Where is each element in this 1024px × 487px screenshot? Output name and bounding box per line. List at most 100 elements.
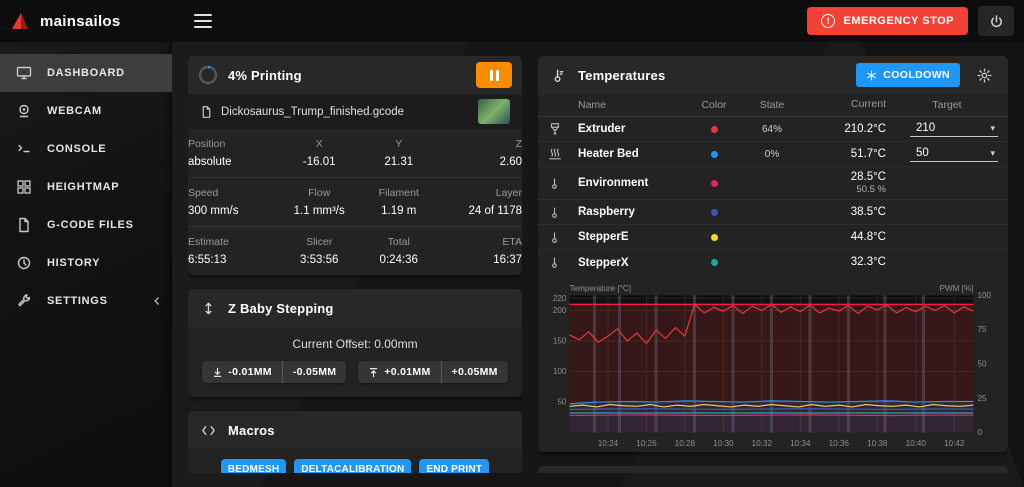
console-gear-icon[interactable] <box>970 471 998 473</box>
baby-step-buttons: -0.01MM -0.05MM +0.01MM +0.05MM <box>188 359 522 397</box>
stat-value: 16:37 <box>493 254 522 266</box>
thermometer-icon <box>548 177 578 190</box>
extruder-target-select[interactable]: 210 ▾ <box>910 121 998 137</box>
baby-step-minus-001-button[interactable]: -0.01MM <box>202 361 282 383</box>
sidebar-item-dashboard[interactable]: DASHBOARD <box>0 54 172 92</box>
stat-value: 2.60 <box>499 156 522 168</box>
sidebar-item-settings[interactable]: SETTINGS <box>0 282 172 320</box>
emergency-stop-label: EMERGENCY STOP <box>843 15 954 27</box>
cooldown-button[interactable]: COOLDOWN <box>856 63 960 87</box>
svg-text:75: 75 <box>978 325 988 334</box>
sidebar-item-history[interactable]: HISTORY <box>0 244 172 282</box>
sensor-name: Raspberry <box>578 206 635 218</box>
console-panel: >_ Console <box>538 465 1008 473</box>
sidebar-item-gcode-files[interactable]: G-CODE FILES <box>0 206 172 244</box>
stat-value: 21.31 <box>384 156 414 168</box>
pause-button[interactable] <box>476 62 512 88</box>
sensor-current: 210.2°C <box>844 122 886 135</box>
power-button[interactable] <box>978 6 1014 36</box>
temp-row-raspberry: Raspberry 38.5°C <box>538 200 1008 225</box>
heater-bed-icon <box>548 147 578 161</box>
sidebar-item-label: SETTINGS <box>47 295 108 307</box>
gcode-thumbnail <box>478 99 510 124</box>
sensor-name: StepperX <box>578 256 629 269</box>
z-baby-stepping-header: Z Baby Stepping <box>188 289 522 327</box>
file-icon <box>15 216 33 234</box>
button-label: -0.05MM <box>292 366 337 378</box>
stat-value: 1.1 mm³/s <box>293 205 345 217</box>
svg-text:10:36: 10:36 <box>829 439 850 448</box>
col-header-target: Target <box>932 99 962 111</box>
temp-row-heater-bed: Heater Bed 0% 51.7°C 50 ▾ <box>538 142 1008 167</box>
arrow-up-to-line-icon <box>368 367 379 378</box>
menu-hamburger-icon[interactable] <box>188 8 218 34</box>
sidebar-item-label: HEIGHTMAP <box>47 181 120 193</box>
stat-group-time: Estimate Slicer Total ETA 6:55:13 3:53:5… <box>188 227 522 275</box>
sensor-state: 64% <box>761 123 782 135</box>
temp-row-extruder: Extruder 64% 210.2°C 210 ▾ <box>538 117 1008 142</box>
col-header-current: Current <box>850 98 886 111</box>
svg-text:220: 220 <box>553 294 567 303</box>
col-header-color: Color <box>701 99 727 111</box>
mainsail-logo-icon <box>10 11 32 31</box>
sidebar-collapse-chevron-icon[interactable] <box>152 296 162 306</box>
heater-bed-target-select[interactable]: 50 ▾ <box>910 146 998 162</box>
baby-step-minus-005-button[interactable]: -0.05MM <box>281 361 347 383</box>
wrench-icon <box>15 292 33 310</box>
sidebar-item-label: CONSOLE <box>47 143 107 155</box>
vertical-arrows-icon <box>198 298 218 318</box>
print-status-panel: 4% Printing Dickosaurus_Trump_finished.g… <box>188 56 522 275</box>
heightmap-icon <box>15 178 33 196</box>
stat-label: ETA <box>502 236 522 248</box>
top-bar: mainsailos ! EMERGENCY STOP <box>0 0 1024 42</box>
stat-label: Speed <box>188 187 219 199</box>
stat-label: Layer <box>495 187 522 199</box>
button-label: +0.05MM <box>451 366 498 378</box>
sidebar-item-webcam[interactable]: WEBCAM <box>0 92 172 130</box>
macro-deltacalibration-button[interactable]: DELTACALIBRATION <box>294 459 412 473</box>
sensor-current: 38.5°C <box>850 205 886 218</box>
power-icon <box>989 14 1004 29</box>
stat-group-speed: Speed Flow Filament Layer 300 mm/s 1.1 m… <box>188 178 522 227</box>
current-file-row[interactable]: Dickosaurus_Trump_finished.gcode <box>188 94 522 129</box>
macro-end-print-button[interactable]: END PRINT <box>419 459 490 473</box>
stat-value: absolute <box>188 156 232 168</box>
temperatures-gear-icon[interactable] <box>970 61 998 89</box>
temperatures-table: Name Color State Current Target Extruder… <box>538 94 1008 275</box>
z-baby-stepping-panel: Z Baby Stepping Current Offset: 0.00mm -… <box>188 289 522 397</box>
svg-text:PWM [%]: PWM [%] <box>940 284 974 293</box>
baby-step-plus-005-button[interactable]: +0.05MM <box>440 361 508 383</box>
snowflake-icon <box>866 70 877 81</box>
macro-buttons: BEDMESH DELTACALIBRATION END PRINT MACRO… <box>188 449 522 473</box>
emergency-stop-button[interactable]: ! EMERGENCY STOP <box>807 7 968 35</box>
temperatures-panel: Temperatures COOLDOWN Name Color State C… <box>538 56 1008 452</box>
stat-label: X <box>315 138 323 150</box>
svg-text:10:26: 10:26 <box>636 439 657 448</box>
svg-text:100: 100 <box>978 291 992 300</box>
svg-text:100: 100 <box>553 367 567 376</box>
sidebar-item-heightmap[interactable]: HEIGHTMAP <box>0 168 172 206</box>
webcam-icon <box>15 102 33 120</box>
right-column: Temperatures COOLDOWN Name Color State C… <box>538 56 1008 473</box>
baby-step-plus-001-button[interactable]: +0.01MM <box>358 361 440 383</box>
macro-bedmesh-button[interactable]: BEDMESH <box>220 459 287 473</box>
svg-text:200: 200 <box>553 306 567 315</box>
stat-value: 24 of 1178 <box>468 205 522 217</box>
document-icon <box>200 105 213 119</box>
sidebar-item-label: WEBCAM <box>47 105 102 117</box>
col-header-state: State <box>759 99 785 111</box>
color-dot <box>710 233 718 241</box>
stat-label: Z <box>515 138 522 150</box>
current-filename: Dickosaurus_Trump_finished.gcode <box>221 105 405 118</box>
color-dot <box>710 179 718 187</box>
stat-value: 3:53:56 <box>300 254 339 266</box>
sidebar-item-console[interactable]: CONSOLE <box>0 130 172 168</box>
svg-text:10:32: 10:32 <box>752 439 773 448</box>
color-dot <box>710 125 718 133</box>
svg-text:10:38: 10:38 <box>867 439 888 448</box>
stat-label: Position <box>188 138 226 150</box>
stat-value: 1.19 m <box>381 205 417 217</box>
extruder-icon <box>548 122 578 136</box>
color-dot <box>710 259 718 266</box>
temperatures-title: Temperatures <box>578 67 666 83</box>
